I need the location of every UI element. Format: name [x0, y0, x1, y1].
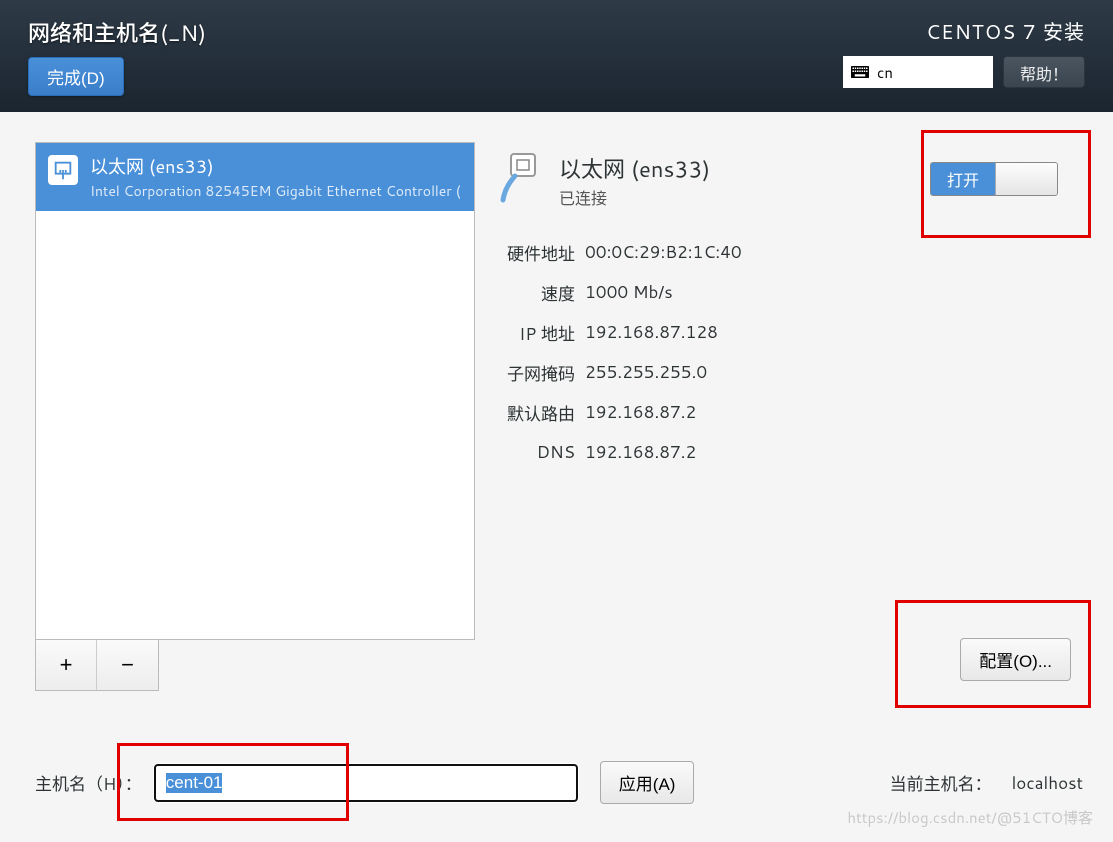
right-panel: 以太网 (ens33) 已连接 打开 硬件地址 00:0C:29:B2:1C:4… — [495, 142, 1083, 691]
header-left: 网络和主机名(_N) 完成(D) — [28, 16, 206, 112]
ethernet-icon — [48, 155, 78, 185]
current-hostname-label: 当前主机名： — [890, 770, 992, 796]
info-table: 硬件地址 00:0C:29:B2:1C:40 速度 1000 Mb/s IP 地… — [495, 240, 1083, 464]
help-button[interactable]: 帮助！ — [1003, 56, 1085, 88]
info-label: 默认路由 — [495, 400, 575, 426]
configure-button[interactable]: 配置(O)... — [960, 638, 1071, 681]
watermark: https://blog.csdn.net/@51CTO博客 — [847, 807, 1093, 828]
info-value: 00:0C:29:B2:1C:40 — [585, 240, 742, 266]
remove-device-button[interactable]: − — [97, 640, 158, 690]
content-area: 以太网 (ens33) Intel Corporation 82545EM Gi… — [0, 112, 1113, 824]
toggle-on-label: 打开 — [931, 163, 995, 195]
install-title: CENTOS 7 安装 — [926, 16, 1085, 46]
add-device-button[interactable]: + — [36, 640, 97, 690]
detail-title: 以太网 (ens33) — [559, 152, 710, 185]
toggle-knob — [995, 163, 1057, 195]
header-bar: 网络和主机名(_N) 完成(D) CENTOS 7 安装 cn 帮助！ — [0, 0, 1113, 112]
info-label: 子网掩码 — [495, 360, 575, 386]
connection-toggle[interactable]: 打开 — [930, 162, 1058, 196]
current-hostname-value: localhost — [1012, 771, 1083, 795]
device-list[interactable]: 以太网 (ens33) Intel Corporation 82545EM Gi… — [35, 142, 475, 640]
toggle-area: 打开 — [930, 142, 1083, 196]
detail-text: 以太网 (ens33) 已连接 — [559, 152, 710, 210]
info-label: 速度 — [495, 280, 575, 306]
ethernet-detail-icon — [495, 152, 545, 207]
device-list-item[interactable]: 以太网 (ens33) Intel Corporation 82545EM Gi… — [36, 143, 474, 211]
info-row-speed: 速度 1000 Mb/s — [495, 280, 1083, 306]
page-title: 网络和主机名(_N) — [28, 16, 206, 49]
apply-button[interactable]: 应用(A) — [600, 761, 695, 804]
header-controls: cn 帮助！ — [843, 56, 1085, 88]
info-label: DNS — [495, 440, 575, 464]
left-panel: 以太网 (ens33) Intel Corporation 82545EM Gi… — [35, 142, 475, 691]
header-right: CENTOS 7 安装 cn 帮助！ — [843, 16, 1085, 112]
keyboard-icon — [851, 65, 869, 79]
main-row: 以太网 (ens33) Intel Corporation 82545EM Gi… — [35, 142, 1083, 691]
lang-code: cn — [877, 62, 893, 83]
device-desc: Intel Corporation 82545EM Gigabit Ethern… — [90, 181, 461, 201]
hostname-row: 主机名（H）： 应用(A) 当前主机名： localhost — [35, 761, 1083, 804]
info-row-gw: 默认路由 192.168.87.2 — [495, 400, 1083, 426]
info-label: IP 地址 — [495, 320, 575, 346]
info-row-mask: 子网掩码 255.255.255.0 — [495, 360, 1083, 386]
info-row-hw: 硬件地址 00:0C:29:B2:1C:40 — [495, 240, 1083, 266]
info-row-dns: DNS 192.168.87.2 — [495, 440, 1083, 464]
info-label: 硬件地址 — [495, 240, 575, 266]
info-value: 192.168.87.2 — [585, 440, 696, 464]
device-name: 以太网 (ens33) — [90, 153, 461, 179]
detail-status: 已连接 — [559, 185, 710, 210]
hostname-input[interactable] — [154, 764, 578, 802]
current-hostname: 当前主机名： localhost — [890, 770, 1083, 796]
info-value: 192.168.87.128 — [585, 320, 718, 346]
info-row-ip: IP 地址 192.168.87.128 — [495, 320, 1083, 346]
info-value: 192.168.87.2 — [585, 400, 696, 426]
device-text: 以太网 (ens33) Intel Corporation 82545EM Gi… — [90, 153, 461, 201]
info-value: 1000 Mb/s — [585, 280, 673, 306]
hostname-label: 主机名（H）： — [35, 770, 142, 796]
keyboard-layout-selector[interactable]: cn — [843, 56, 993, 88]
info-value: 255.255.255.0 — [585, 360, 707, 386]
done-button[interactable]: 完成(D) — [28, 57, 124, 96]
add-remove-row: + − — [35, 640, 159, 691]
